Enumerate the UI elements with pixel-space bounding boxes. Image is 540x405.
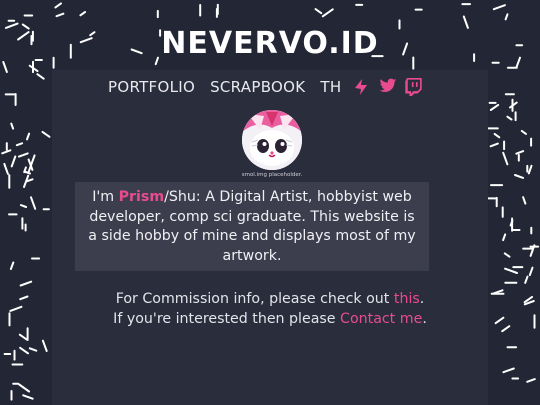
commission-line2-end: . <box>422 311 427 327</box>
confetti-dash <box>526 378 536 383</box>
confetti-dash <box>22 394 34 400</box>
bio-box: I'm Prism/Shu: A Digital Artist, hobbyis… <box>75 182 429 271</box>
confetti-dash <box>514 174 525 179</box>
confetti-dash <box>1 149 12 155</box>
confetti-dash <box>493 132 501 139</box>
commission-info-link[interactable]: this <box>394 291 420 307</box>
confetti-dash <box>2 61 8 73</box>
confetti-dash <box>522 196 527 205</box>
confetti-dash <box>527 164 533 175</box>
confetti-dash <box>19 280 33 287</box>
site-title[interactable]: NEVERVO.ID <box>0 26 540 61</box>
avatar-caption: smol.img placeholder. <box>241 172 303 178</box>
confetti-dash <box>55 12 65 18</box>
confetti-dash <box>19 295 29 301</box>
confetti-dash <box>10 122 15 130</box>
confetti-dash <box>15 142 24 147</box>
main-nav: PORTFOLIO SCRAPBOOK TH <box>108 77 431 97</box>
confetti-dash <box>314 8 323 15</box>
avatar <box>242 110 302 170</box>
confetti-dash <box>28 347 38 352</box>
nav-portfolio[interactable]: PORTFOLIO <box>108 78 195 96</box>
confetti-dash <box>528 266 534 277</box>
confetti-dash <box>502 233 507 242</box>
confetti-dash <box>502 367 515 374</box>
confetti-dash <box>19 204 28 208</box>
confetti-dash <box>26 178 34 183</box>
nav-th[interactable]: TH <box>320 78 341 96</box>
confetti-dash <box>54 2 62 9</box>
confetti-dash <box>501 325 511 333</box>
confetti-dash <box>41 339 48 352</box>
confetti-dash <box>79 11 87 17</box>
commission-info: For Commission info, please check out th… <box>60 289 480 329</box>
bio-intro: I'm <box>92 189 119 205</box>
bio-name: Prism <box>118 189 165 205</box>
confetti-dash <box>494 316 505 325</box>
confetti-dash <box>41 130 51 138</box>
confetti-dash <box>29 154 36 167</box>
commission-line1-end: . <box>419 291 425 307</box>
commission-line1-text: For Commission info, please check out <box>115 291 394 307</box>
commission-line2-text: If you're interested then please <box>113 311 341 327</box>
confetti-dash <box>9 305 23 312</box>
confetti-dash <box>36 73 45 80</box>
contact-link[interactable]: Contact me <box>340 311 422 327</box>
confetti-dash <box>489 103 500 111</box>
confetti-dash <box>504 267 518 274</box>
confetti-dash <box>18 152 29 158</box>
twitter-icon[interactable] <box>379 78 397 96</box>
confetti-dash <box>18 333 28 341</box>
confetti-dash <box>9 261 15 270</box>
nav-scrapbook[interactable]: SCRAPBOOK <box>210 78 305 96</box>
confetti-dash <box>30 196 37 210</box>
confetti-dash <box>503 252 511 258</box>
confetti-dash <box>506 115 513 121</box>
confetti-dash <box>515 150 525 155</box>
confetti-dash <box>18 383 31 393</box>
twitch-icon[interactable] <box>405 78 423 96</box>
confetti-dash <box>492 4 506 11</box>
confetti-dash <box>3 162 9 175</box>
art-app-icon[interactable] <box>353 78 371 96</box>
confetti-dash <box>19 346 29 355</box>
confetti-dash <box>524 275 529 284</box>
confetti-dash <box>321 8 334 18</box>
confetti-dash <box>520 129 527 135</box>
confetti-dash <box>26 132 31 141</box>
confetti-dash <box>489 142 499 148</box>
confetti-dash <box>10 155 17 168</box>
confetti-dash <box>504 13 509 21</box>
confetti-dash <box>502 151 509 166</box>
